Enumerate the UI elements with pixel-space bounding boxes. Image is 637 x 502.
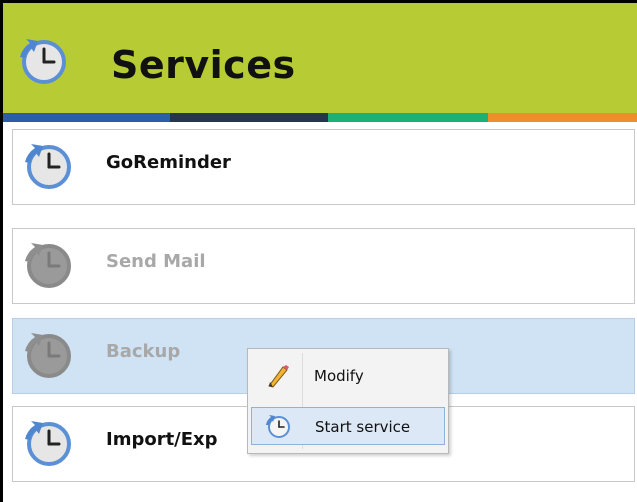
accent-stripe-blue <box>3 113 170 122</box>
services-header: Services <box>3 3 637 113</box>
service-label: Send Mail <box>106 251 206 272</box>
menu-item-label: Start service <box>315 418 411 436</box>
accent-stripe-orange <box>488 113 637 122</box>
accent-stripe-green <box>328 113 488 122</box>
pencil-icon <box>268 365 289 388</box>
clock-icon <box>266 415 290 438</box>
service-label: Backup <box>106 341 181 362</box>
clock-icon <box>20 39 66 84</box>
service-item-goreminder[interactable]: GoReminder <box>12 129 635 205</box>
service-label: GoReminder <box>106 152 231 173</box>
service-item-send-mail[interactable]: Send Mail <box>12 228 635 304</box>
accent-stripe-navy <box>170 113 328 122</box>
clock-disabled-icon <box>25 333 71 378</box>
context-menu: Modify Start service <box>247 348 449 454</box>
page-title: Services <box>111 43 296 87</box>
menu-item-label: Modify <box>314 367 364 385</box>
clock-icon <box>25 421 71 466</box>
clock-disabled-icon <box>25 243 71 288</box>
menu-item-modify[interactable]: Modify <box>251 357 445 395</box>
service-label: Import/Exp <box>106 429 218 450</box>
menu-item-start-service[interactable]: Start service <box>251 407 445 445</box>
clock-icon <box>25 144 71 189</box>
